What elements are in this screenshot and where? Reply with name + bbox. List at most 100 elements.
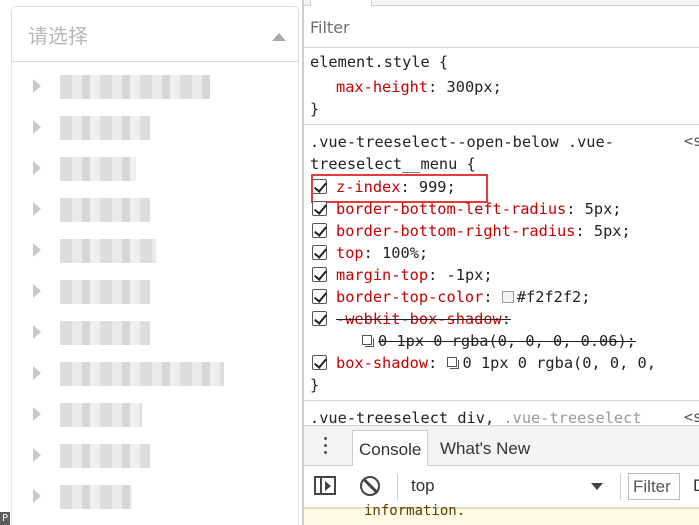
rule-separator	[304, 124, 699, 125]
tree-option[interactable]	[12, 435, 298, 476]
property-checkbox[interactable]	[312, 311, 327, 326]
treeselect-menu	[11, 62, 299, 525]
styles-filter-input[interactable]: Filter	[310, 18, 350, 37]
arrow-up-icon[interactable]	[272, 33, 286, 41]
declaration-border-bottom-right-radius[interactable]: border-bottom-right-radius: 5px;	[336, 220, 631, 242]
console-message-text: information.	[364, 503, 466, 519]
redacted-option-label	[60, 485, 132, 509]
shadow-editor-icon[interactable]	[446, 357, 460, 369]
tree-option[interactable]	[12, 476, 298, 517]
expand-caret-icon[interactable]	[33, 120, 41, 134]
prop-name[interactable]: border-top-color	[336, 288, 483, 306]
tab-console[interactable]: Console	[352, 430, 429, 467]
treeselect-placeholder: 请选择	[28, 24, 88, 48]
element-style-declaration[interactable]: max-height: 300px;	[336, 76, 502, 98]
context-selector[interactable]: top	[411, 476, 435, 496]
redacted-option-label	[60, 321, 150, 345]
clear-console-icon[interactable]	[360, 476, 380, 496]
redacted-option-label	[60, 157, 136, 181]
devtools-styles-pane: Filter element.style { max-height: 300px…	[304, 0, 699, 525]
tree-option[interactable]	[12, 148, 298, 189]
declaration-webkit-box-shadow[interactable]: -webkit-box-shadow:	[336, 308, 511, 330]
prop-name[interactable]: margin-top	[336, 266, 428, 284]
declaration-margin-top[interactable]: margin-top: -1px;	[336, 264, 493, 286]
rule-selector-line1: .vue-treeselect--open-below .vue-	[310, 133, 614, 151]
rule-source-link[interactable]: <s	[684, 408, 699, 426]
tree-option[interactable]	[12, 271, 298, 312]
declaration-box-shadow[interactable]: box-shadow: 0 1px 0 rgba(0, 0, 0,	[336, 352, 656, 374]
console-toolbar: top Filter D	[304, 466, 699, 508]
expand-caret-icon[interactable]	[33, 243, 41, 257]
tree-option[interactable]	[12, 107, 298, 148]
expand-caret-icon[interactable]	[33, 202, 41, 216]
property-checkbox[interactable]	[312, 355, 327, 370]
console-filter-input[interactable]: Filter	[628, 473, 680, 500]
expand-caret-icon[interactable]	[33, 366, 41, 380]
property-checkbox[interactable]	[312, 245, 327, 260]
prop-name[interactable]: border-bottom-left-radius	[336, 200, 566, 218]
webkit-box-shadow-value[interactable]: 0 1px 0 rgba(0, 0, 0, 0.06);	[362, 330, 636, 352]
expand-caret-icon[interactable]	[33, 161, 41, 175]
prop-name[interactable]: max-height	[336, 78, 428, 96]
rule-source-link[interactable]: <s	[684, 132, 699, 150]
expand-caret-icon[interactable]	[33, 284, 41, 298]
expand-caret-icon[interactable]	[33, 489, 41, 503]
styles-filter-bar[interactable]: Filter	[304, 6, 699, 48]
redacted-option-label	[60, 444, 150, 468]
redacted-option-label	[60, 280, 150, 304]
redacted-option-label	[60, 198, 150, 222]
prop-name[interactable]: box-shadow	[336, 354, 428, 372]
tree-option[interactable]	[12, 312, 298, 353]
redacted-option-label	[60, 362, 224, 386]
expand-caret-icon[interactable]	[33, 79, 41, 93]
tree-option[interactable]	[12, 394, 298, 435]
rule-close-brace: }	[310, 100, 320, 118]
tree-option[interactable]	[12, 230, 298, 271]
shadow-editor-icon[interactable]	[362, 335, 375, 347]
prop-value[interactable]: -1px;	[447, 266, 493, 284]
prop-name[interactable]: top	[336, 244, 364, 262]
prop-value[interactable]: 5px;	[594, 222, 631, 240]
prop-value[interactable]: 100%;	[382, 244, 428, 262]
treeselect-control[interactable]: 请选择	[11, 6, 299, 62]
toolbar-divider	[620, 474, 621, 500]
toolbar-divider	[397, 474, 398, 500]
console-message: information.	[304, 503, 699, 525]
rule-selector-line2: treeselect__menu {	[310, 155, 476, 173]
color-swatch-icon[interactable]	[501, 291, 514, 303]
prop-value[interactable]: 300px;	[447, 78, 502, 96]
prop-value[interactable]: #f2f2f2;	[517, 288, 591, 306]
property-checkbox[interactable]	[312, 289, 327, 304]
expand-caret-icon[interactable]	[33, 325, 41, 339]
property-checkbox[interactable]	[312, 223, 327, 238]
prop-value[interactable]: 0 1px 0 rgba(0, 0, 0, 0.06);	[378, 332, 636, 350]
chevron-down-icon[interactable]	[591, 483, 603, 490]
tree-option[interactable]	[12, 66, 298, 107]
element-style-selector: element.style {	[310, 53, 449, 71]
more-options-icon[interactable]	[324, 437, 328, 455]
redacted-option-label	[60, 116, 150, 140]
drawer-tabbar: Console What's New	[304, 425, 699, 467]
declaration-border-bottom-left-radius[interactable]: border-bottom-left-radius: 5px;	[336, 198, 622, 220]
redacted-option-label	[60, 239, 156, 263]
tree-option[interactable]	[12, 189, 298, 230]
redacted-option-label	[60, 75, 210, 99]
rule-close-brace: }	[310, 376, 320, 394]
expand-caret-icon[interactable]	[33, 407, 41, 421]
prop-value[interactable]: 5px;	[585, 200, 622, 218]
prop-value[interactable]: 0 1px 0 rgba(0, 0, 0,	[463, 354, 656, 372]
property-checkbox[interactable]	[312, 201, 327, 216]
bottom-edge-glyph: P	[0, 512, 10, 525]
sidebar-toggle-icon[interactable]	[314, 476, 336, 495]
tree-option[interactable]	[12, 353, 298, 394]
redacted-option-label	[60, 403, 142, 427]
prop-name[interactable]: -webkit-box-shadow	[336, 310, 502, 328]
expand-caret-icon[interactable]	[33, 448, 41, 462]
rule-separator	[304, 400, 699, 401]
property-checkbox[interactable]	[312, 267, 327, 282]
declaration-border-top-color[interactable]: border-top-color: #f2f2f2;	[336, 286, 590, 308]
default-levels-dropdown[interactable]: D	[693, 476, 699, 496]
prop-name[interactable]: border-bottom-right-radius	[336, 222, 575, 240]
declaration-top[interactable]: top: 100%;	[336, 242, 428, 264]
tab-whats-new[interactable]: What's New	[434, 430, 536, 467]
